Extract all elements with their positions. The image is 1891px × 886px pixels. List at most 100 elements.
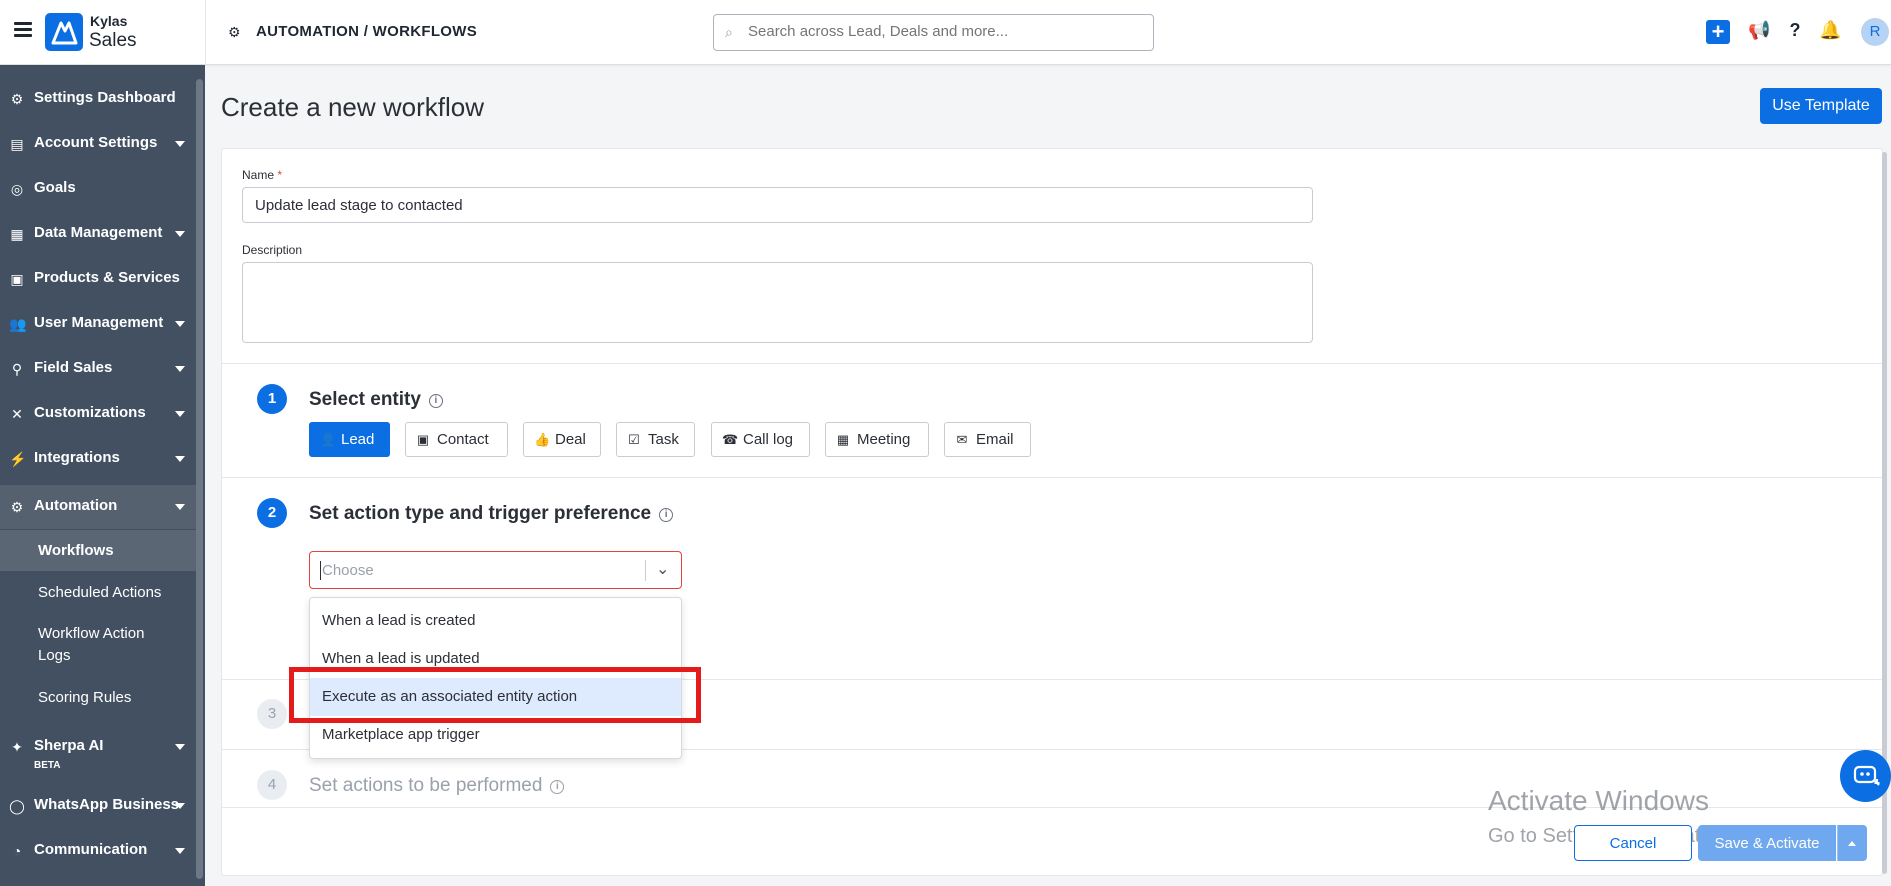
info-icon[interactable]: i [428,394,443,408]
whatsapp-icon: ◯ [9,798,25,814]
select-divider [645,560,646,581]
checkbox-icon: ☑ [628,431,640,447]
sidebar-item-products-services[interactable]: ▣ Products & Services [0,257,196,301]
global-search[interactable]: ⌕ [713,14,1154,51]
entity-task-button[interactable]: ☑ Task [616,422,695,457]
sidebar-item-label: User Management [34,314,164,331]
sidebar-subitem-workflows[interactable]: Workflows [0,530,196,571]
hamburger-menu-icon[interactable] [14,22,32,38]
breadcrumb: AUTOMATION / WORKFLOWS [256,23,478,40]
caret-down-icon [175,141,185,147]
sidebar-item-integrations[interactable]: ⚡ Integrations [0,437,196,481]
beta-badge: BETA [34,760,61,771]
envelope-icon: ✉ [956,431,968,447]
top-bar: Kylas Sales ⚙ AUTOMATION / WORKFLOWS ⌕ +… [0,0,1891,65]
entity-call-log-button[interactable]: ☎ Call log [711,422,810,457]
table-icon: ▦ [10,226,24,242]
windows-activation-watermark-title: Activate Windows [1488,785,1709,816]
step-title-actions: Set actions to be performed i [309,775,565,797]
search-input[interactable] [748,23,1138,40]
entity-lead-button[interactable]: 👤 Lead [309,422,390,457]
caret-down-icon [175,848,185,854]
caret-down-icon [175,366,185,372]
sidebar-item-field-sales[interactable]: ⚲ Field Sales [0,347,196,391]
box-icon: ▣ [10,271,24,287]
info-icon[interactable]: i [550,780,565,794]
sidebar-item-goals[interactable]: ◎ Goals [0,167,196,211]
sidebar-item-automation[interactable]: ⚙ Automation [0,485,196,529]
chatbot-icon[interactable] [1840,750,1891,802]
sidebar-item-label: Goals [34,179,76,196]
brand-name-bottom: Sales [89,30,137,51]
sidebar-subitem-scheduled-actions[interactable]: Scheduled Actions [0,572,196,613]
step-number: 2 [257,498,287,528]
sidebar-item-label: WhatsApp Business [34,796,180,813]
description-field[interactable] [242,262,1313,343]
sidebar-scrollbar[interactable] [196,79,203,879]
save-activate-button[interactable]: Save & Activate [1698,825,1836,861]
sidebar-item-account-settings[interactable]: ▤ Account Settings [0,122,196,166]
bell-icon[interactable]: 🔔 [1819,20,1841,44]
tools-icon: ✕ [11,406,23,422]
sparkle-icon: ✦ [11,739,23,755]
sidebar-item-customizations[interactable]: ✕ Customizations [0,392,196,436]
highlight-annotation-box [289,667,701,723]
user-icon: 👤 [320,431,337,447]
sidebar-item-sherpa-ai[interactable]: ✦ Sherpa AI BETA [0,725,196,781]
entity-meeting-button[interactable]: ▦ Meeting [825,422,929,457]
entity-contact-button[interactable]: ▣ Contact [405,422,508,457]
sidebar-item-label: Integrations [34,449,120,466]
kylas-logo[interactable] [45,13,83,51]
contact-card-icon: ▣ [416,431,430,447]
cancel-button[interactable]: Cancel [1574,825,1692,861]
step-number: 1 [257,384,287,414]
quick-add-icon[interactable]: + [1706,20,1730,44]
signal-icon: ◔ [12,843,22,859]
trigger-select[interactable]: Choose ⌄ [309,551,682,589]
megaphone-icon[interactable]: 📢 [1748,20,1770,44]
sidebar-subitem-workflow-action-logs[interactable]: Workflow Action Logs [0,623,160,671]
caret-down-icon [175,504,185,510]
target-icon: ◎ [10,181,24,197]
name-field[interactable] [242,187,1313,223]
step-number: 4 [257,770,287,800]
text-cursor [320,561,321,580]
gears-icon: ⚙ [228,24,241,40]
sidebar-item-settings-dashboard[interactable]: ⚙ Settings Dashboard [0,77,196,121]
sidebar-subitem-scoring-rules[interactable]: Scoring Rules [0,677,196,718]
header-divider [205,0,206,65]
sidebar-item-communication[interactable]: ◔ Communication [0,829,196,873]
trigger-option-lead-created[interactable]: When a lead is created [310,602,681,640]
entity-deal-button[interactable]: 👍 Deal [523,422,601,457]
name-label: Name * [242,168,283,182]
avatar[interactable]: R [1861,18,1889,46]
step-title-action-type: Set action type and trigger preference i [309,503,674,525]
users-icon: 👥 [9,316,27,332]
page-title: Create a new workflow [221,92,484,122]
phone-icon: ☎ [722,431,739,447]
sidebar-item-data-management[interactable]: ▦ Data Management [0,212,196,256]
gear-icon: ⚙ [10,91,24,107]
use-template-button[interactable]: Use Template [1760,88,1882,124]
sidebar-item-label: Customizations [34,404,146,421]
sidebar-item-label: Field Sales [34,359,113,376]
calendar-icon: ▦ [836,431,850,447]
chevron-down-icon[interactable]: ⌄ [656,559,669,579]
caret-down-icon [175,456,185,462]
caret-down-icon [175,744,185,750]
sidebar-item-whatsapp-business[interactable]: ◯ WhatsApp Business [0,784,196,828]
info-icon[interactable]: i [659,508,674,522]
sidebar-item-user-management[interactable]: 👥 User Management [0,302,196,346]
entity-email-button[interactable]: ✉ Email [944,422,1031,457]
caret-down-icon [175,231,185,237]
caret-down-icon [175,321,185,327]
sidebar-item-label: Account Settings [34,134,158,151]
sidebar: ⚙ Settings Dashboard ▤ Account Settings … [0,65,205,886]
save-options-caret-icon[interactable] [1837,825,1867,861]
caret-down-icon [175,803,185,809]
step-title-select-entity: Select entity i [309,389,443,411]
account-icon: ▤ [10,136,24,152]
plug-icon: ⚡ [9,451,27,467]
help-icon[interactable]: ? [1784,20,1806,44]
thumbs-up-icon: 👍 [534,431,551,447]
